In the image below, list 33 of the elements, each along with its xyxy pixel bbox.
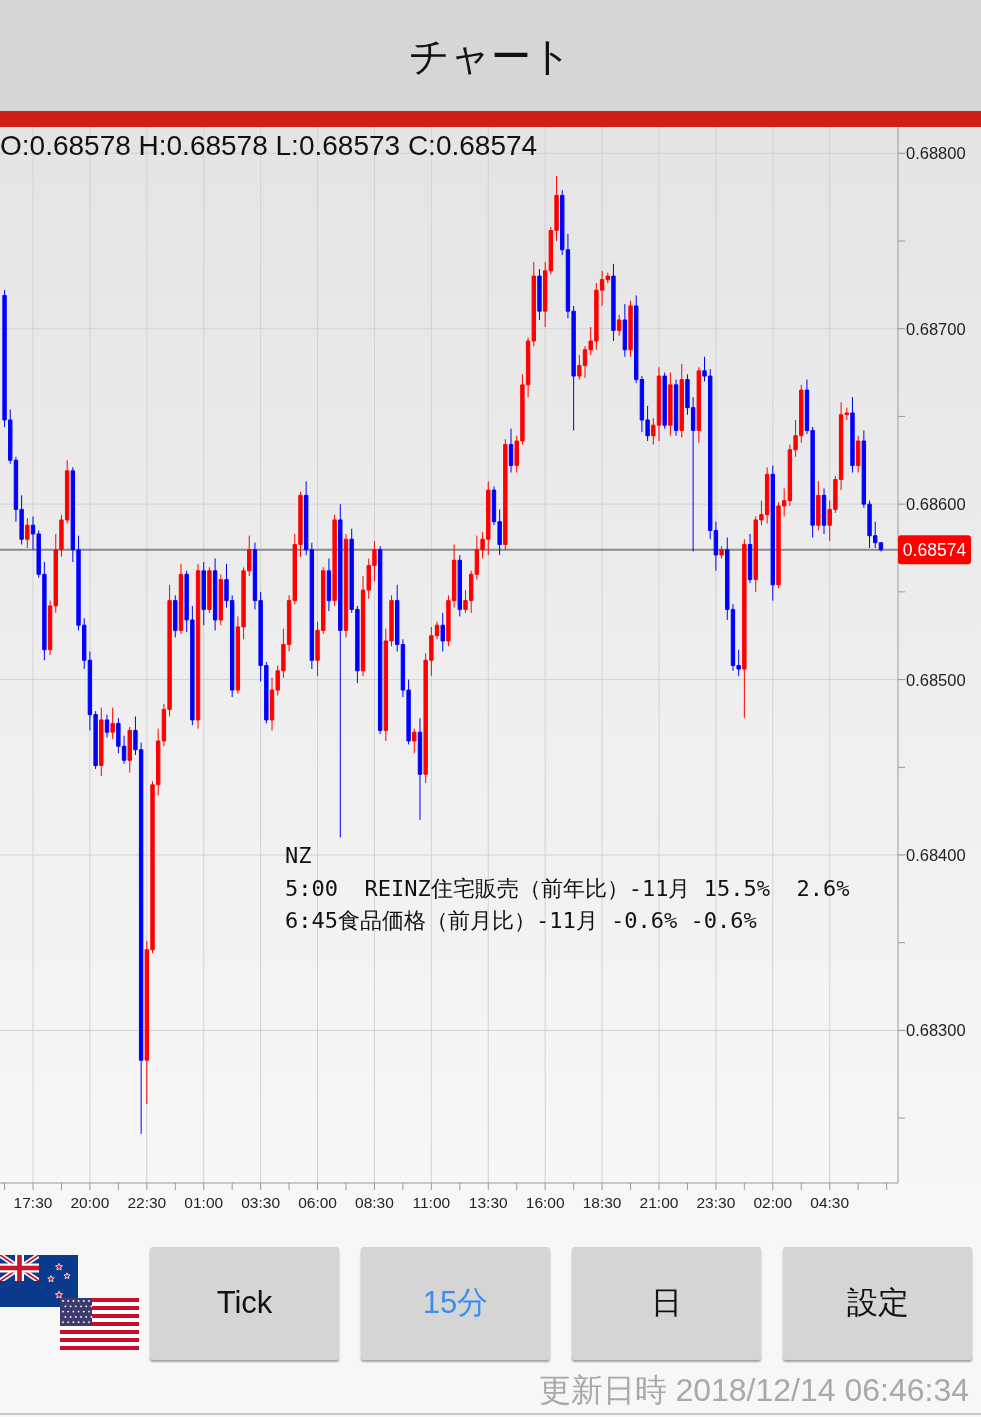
time-axis-label: 01:00: [184, 1194, 224, 1211]
event-line: 5:00 REINZ住宅販売（前年比）-11月 15.5% 2.6%: [285, 876, 850, 901]
current-price-tag: 0.68574: [898, 535, 971, 565]
time-axis-label: 18:30: [582, 1194, 622, 1211]
time-axis-label: 03:30: [241, 1194, 281, 1211]
nz-flag-icon[interactable]: [0, 1255, 78, 1307]
price-axis-label: 0.68500: [906, 670, 966, 689]
chart-mode-button[interactable]: Tick: [150, 1247, 339, 1360]
time-axis-label: 06:00: [298, 1194, 337, 1211]
price-axis-label: 0.68600: [906, 495, 966, 514]
page-title: チャート: [409, 32, 572, 80]
time-axis-label: 02:00: [753, 1194, 793, 1211]
time-axis-label: 16:00: [525, 1194, 565, 1211]
us-flag-icon[interactable]: [60, 1298, 139, 1350]
time-axis-label: 20:00: [70, 1194, 110, 1211]
time-axis-label: 21:00: [639, 1194, 679, 1211]
time-axis-label: 17:30: [13, 1194, 53, 1211]
time-axis-label: 13:30: [468, 1194, 508, 1211]
ohlc-readout: O:0.68578 H:0.68578 L:0.68573 C:0.68574: [0, 130, 538, 161]
time-axis-label: 08:30: [355, 1194, 394, 1211]
event-line: 6:45食品価格（前月比）-11月 -0.6% -0.6%: [285, 908, 757, 933]
price-axis-label: 0.68700: [906, 319, 966, 338]
price-axis-label: 0.68800: [906, 144, 966, 163]
update-timestamp: 更新日時 2018/12/14 06:46:34: [538, 1371, 970, 1410]
time-axis-label: 04:30: [810, 1194, 850, 1211]
event-region-label: NZ: [285, 843, 312, 868]
time-axis-label: 11:00: [412, 1194, 451, 1211]
time-axis-label: 22:30: [127, 1194, 167, 1211]
price-axis-label: 0.68300: [906, 1021, 966, 1040]
chart-mode-button[interactable]: 日: [572, 1247, 761, 1360]
price-axis-label: 0.68400: [906, 845, 966, 864]
chart-mode-button[interactable]: 設定: [783, 1247, 972, 1360]
time-axis-label: 23:30: [696, 1194, 736, 1211]
